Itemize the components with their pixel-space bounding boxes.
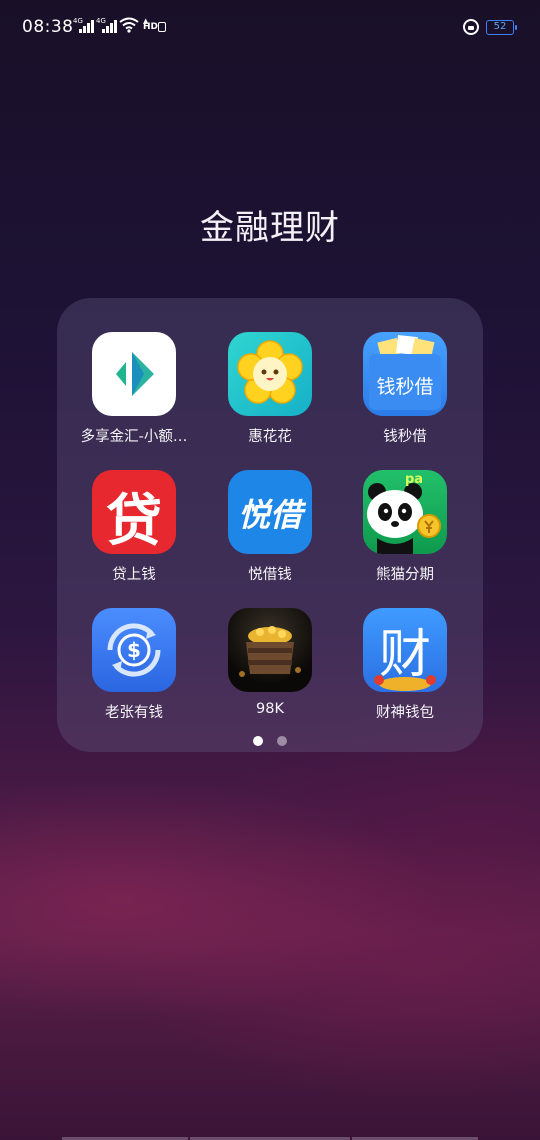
app-laozhangyouqian[interactable]: $ 老张有钱 — [69, 608, 199, 722]
app-huihuahua[interactable]: 惠花花 — [205, 332, 335, 446]
battery-icon: 52 — [486, 20, 517, 35]
qianmiaojie-app-icon: 钱秒借 — [363, 332, 447, 416]
app-folder: 多享金汇-小额… 惠花花 钱秒借 钱秒借 贷 贷上钱 悦借 悦借钱 pa 熊猫分… — [57, 298, 483, 752]
app-label: 98K — [256, 701, 284, 717]
app-98k[interactable]: 98K — [205, 608, 335, 717]
app-caishen[interactable]: 财 财神钱包 — [340, 608, 470, 722]
dollar-app-icon: $ — [92, 608, 176, 692]
hd-icon: ▲ HD — [143, 17, 169, 34]
daishangqian-app-icon: 贷 — [92, 470, 176, 554]
flower-app-icon — [228, 332, 312, 416]
app-label: 惠花花 — [248, 429, 292, 445]
duoxiang-app-icon — [92, 332, 176, 416]
status-time: 08:38 — [22, 17, 74, 37]
app-label: 多享金汇-小额… — [80, 429, 188, 445]
page-dot-active[interactable] — [253, 736, 263, 746]
panda-app-icon: pa — [363, 470, 447, 554]
app-yuejieqian[interactable]: 悦借 悦借钱 — [205, 470, 335, 584]
page-dot[interactable] — [277, 736, 287, 746]
app-label: 悦借钱 — [248, 567, 292, 583]
app-label: 财神钱包 — [376, 705, 434, 721]
wifi-icon — [119, 17, 139, 33]
treasure-chest-app-icon — [228, 608, 312, 692]
app-label: 老张有钱 — [105, 705, 163, 721]
app-label: 贷上钱 — [112, 567, 156, 583]
app-panda[interactable]: pa 熊猫分期 — [340, 470, 470, 584]
status-bar: 08:38 4G 4G ▲ HD 52 — [0, 0, 540, 56]
app-label: 熊猫分期 — [376, 567, 434, 583]
app-qianmiaojie[interactable]: 钱秒借 钱秒借 — [340, 332, 470, 446]
app-daishangqian[interactable]: 贷 贷上钱 — [69, 470, 199, 584]
caishen-app-icon: 财 — [363, 608, 447, 692]
page-indicator — [0, 736, 540, 746]
svg-text:$: $ — [127, 638, 141, 662]
lock-rotation-icon — [463, 19, 479, 35]
yuejieqian-app-icon: 悦借 — [228, 470, 312, 554]
app-duoxiang[interactable]: 多享金汇-小额… — [69, 332, 199, 446]
app-label: 钱秒借 — [383, 429, 427, 445]
folder-title[interactable]: 金融理财 — [0, 200, 540, 249]
